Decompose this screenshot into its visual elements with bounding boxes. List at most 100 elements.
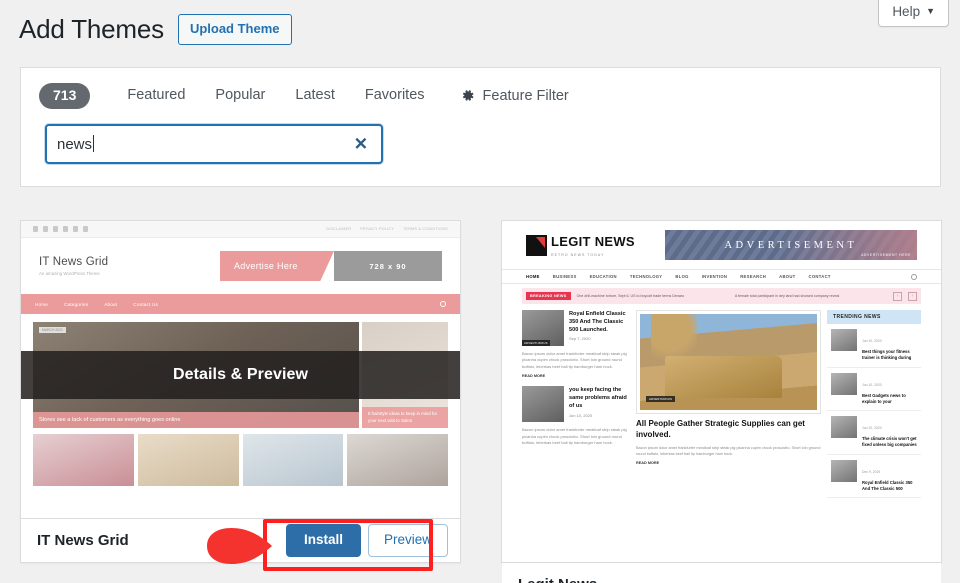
legit-news-logo-icon bbox=[526, 235, 547, 256]
help-button[interactable]: Help ▼ bbox=[878, 0, 949, 27]
mock-ln-nav-home: HOME bbox=[526, 274, 540, 279]
mock-ad-banner: Advertise Here 728 x 90 bbox=[220, 251, 442, 281]
mock-ln-mid-excerpt: Bacon ipsum dolor amet frankfurter meatl… bbox=[522, 427, 630, 446]
mock-topbar: DISCLAIMER PRIVACY POLICY TERMS & CONDIT… bbox=[21, 221, 460, 238]
annotation-pin bbox=[207, 528, 273, 564]
mock-ln-nav-education: EDUCATION bbox=[590, 274, 617, 279]
theme-count-badge: 713 bbox=[39, 83, 90, 109]
chevron-left-icon: ‹ bbox=[893, 292, 902, 301]
theme-screenshot-legit-news[interactable]: LEGIT NEWS RETRO NEWS TODAY ADVERTISEMEN… bbox=[502, 221, 941, 562]
mock-ln-article-readmore: READ MORE bbox=[522, 374, 630, 378]
mock-ln-trending-headline: Best things your fitness trainer is thin… bbox=[862, 349, 917, 362]
mock-ln-nav-blog: BLOG bbox=[675, 274, 688, 279]
mock-ln-trending-date: Jun 10, 2020 bbox=[862, 426, 882, 430]
search-container: news ✕ bbox=[21, 110, 940, 164]
close-icon[interactable]: ✕ bbox=[354, 136, 368, 153]
mock-ln-logo-sub: RETRO NEWS TODAY bbox=[551, 253, 635, 257]
mock-nav-contact: Contact Us bbox=[133, 302, 158, 307]
mock-thumb bbox=[33, 434, 134, 486]
mock-ln-nav-contact: CONTACT bbox=[809, 274, 831, 279]
mock-ln-trending-thumb bbox=[831, 416, 857, 438]
mock-ln-nav-business: BUSINESS bbox=[553, 274, 577, 279]
twitter-icon bbox=[43, 226, 48, 232]
tab-popular[interactable]: Popular bbox=[200, 81, 280, 110]
mock-ln-trending-headline: Best Gadgets news to explain to your bbox=[862, 393, 917, 406]
feature-filter-button[interactable]: Feature Filter bbox=[440, 82, 584, 110]
mock-ln-feature-readmore: READ MORE bbox=[636, 461, 821, 465]
mock-ln-nav-technology: TECHNOLOGY bbox=[630, 274, 663, 279]
tab-favorites[interactable]: Favorites bbox=[350, 81, 440, 110]
mock-ln-nav-about: ABOUT bbox=[779, 274, 795, 279]
mock-ln-article-excerpt: Bacon ipsum dolor amet frankfurter meatl… bbox=[522, 351, 630, 370]
mock-thumb bbox=[347, 434, 448, 486]
add-themes-page: Help ▼ Add Themes Upload Theme 713 Featu… bbox=[0, 0, 960, 583]
theme-filter-bar: 713 Featured Popular Latest Favorites Fe… bbox=[20, 67, 941, 187]
mock-ln-article-thumb bbox=[522, 386, 564, 422]
mock-site-header: IT News Grid An amazing WordPress Theme … bbox=[21, 238, 460, 294]
mock-ln-trending-headline: The climate crisis won't get fixed unles… bbox=[862, 436, 917, 449]
youtube-icon bbox=[73, 226, 78, 232]
mock-link-terms: TERMS & CONDITIONS bbox=[403, 227, 448, 231]
theme-screenshot-it-news-grid[interactable]: DISCLAIMER PRIVACY POLICY TERMS & CONDIT… bbox=[21, 221, 460, 518]
page-title: Add Themes bbox=[19, 14, 164, 45]
search-input[interactable]: news ✕ bbox=[45, 124, 383, 164]
mock-ln-feature-badge: ADVENTUROUS bbox=[646, 396, 675, 402]
mock-nav-home: Home bbox=[35, 302, 48, 307]
theme-details-preview-overlay[interactable]: Details & Preview bbox=[21, 351, 460, 399]
mock-ln-column-left: ADVENTUROUS Royal Enfield Classic 350 An… bbox=[522, 310, 630, 498]
mock-link-disclaimer: DISCLAIMER bbox=[326, 227, 351, 231]
mock-ln-article-headline: Royal Enfield Classic 350 And The Classi… bbox=[569, 310, 630, 334]
mock-ln-trending-date: Jun 10, 2020 bbox=[862, 383, 882, 387]
mock-hero-caption: Stores see a lack of customers as everyt… bbox=[33, 412, 359, 428]
chevron-right-icon: › bbox=[908, 292, 917, 301]
details-preview-label: Details & Preview bbox=[173, 366, 308, 384]
mock-ln-breaking-bar: BREAKING NEWS One drill-machine torture,… bbox=[522, 288, 921, 304]
mock-nav-categories: Categories bbox=[64, 302, 88, 307]
mock-ln-trending-thumb bbox=[831, 329, 857, 351]
mock-ln-trending-date: Jun 10, 2020 bbox=[862, 339, 882, 343]
mock-ln-trending-item: Jun 10, 2020 Best things your fitness tr… bbox=[827, 324, 921, 368]
preview-button[interactable]: Preview bbox=[368, 524, 448, 558]
mock-ln-ad-caption: ADVERTISEMENT HERE bbox=[861, 253, 911, 257]
chevron-down-icon: ▼ bbox=[926, 7, 935, 16]
mock-ln-trending-item: Jun 10, 2020 The climate crisis won't ge… bbox=[827, 411, 921, 455]
mock-ln-nav-invention: INVENTION bbox=[702, 274, 728, 279]
mock-ln-nav: HOME BUSINESS EDUCATION TECHNOLOGY BLOG … bbox=[502, 269, 941, 284]
mock-ln-article-thumb: ADVENTUROUS bbox=[522, 310, 564, 346]
theme-card-legit-news[interactable]: LEGIT NEWS RETRO NEWS TODAY ADVERTISEMEN… bbox=[501, 220, 942, 563]
mock-hero-date: MARCH 2021 bbox=[39, 327, 66, 333]
social-icons bbox=[33, 226, 88, 232]
mock-ln-breaking-tag: BREAKING NEWS bbox=[526, 292, 571, 300]
mock-ln-feature-excerpt: Bacon ipsum dolor amet frankfurter meatl… bbox=[636, 445, 821, 457]
mock-ln-mid-date: Jun 10, 2020 bbox=[569, 413, 630, 418]
tab-latest[interactable]: Latest bbox=[280, 81, 350, 110]
mock-ln-ad: ADVERTISEMENT ADVERTISEMENT HERE bbox=[665, 230, 917, 260]
mock-ln-nav-research: RESEARCH bbox=[740, 274, 766, 279]
mock-ln-trending-date: Dec 9, 2019 bbox=[862, 470, 880, 474]
rss-icon bbox=[83, 226, 88, 232]
upload-theme-button[interactable]: Upload Theme bbox=[178, 14, 292, 45]
mock-ln-article-badge: ADVENTUROUS bbox=[522, 340, 550, 346]
theme-name-legit-news: Legit News bbox=[518, 576, 929, 583]
mock-ln-trending-thumb bbox=[831, 373, 857, 395]
theme-card-it-news-grid[interactable]: DISCLAIMER PRIVACY POLICY TERMS & CONDIT… bbox=[20, 220, 461, 563]
install-button[interactable]: Install bbox=[286, 524, 361, 558]
help-label: Help bbox=[892, 4, 920, 19]
mock-link-privacy: PRIVACY POLICY bbox=[360, 227, 394, 231]
mock-nav: Home Categories About Contact Us bbox=[21, 294, 460, 314]
mock-ln-trending-headline: Royal Enfield Classic 350 And The Classi… bbox=[862, 480, 917, 493]
mock-ln-ad-text: ADVERTISEMENT bbox=[724, 240, 857, 251]
search-icon bbox=[440, 301, 446, 307]
theme-tabs: 713 Featured Popular Latest Favorites Fe… bbox=[21, 68, 940, 110]
mock-side-caption: 8 hairstyle ideas to keep in mind for yo… bbox=[362, 407, 448, 428]
mock-ad-text: Advertise Here bbox=[220, 251, 334, 281]
tab-featured[interactable]: Featured bbox=[112, 81, 200, 110]
mock-ln-body: ADVENTUROUS Royal Enfield Classic 350 An… bbox=[502, 304, 941, 498]
mock-thumb bbox=[138, 434, 239, 486]
page-header: Add Themes Upload Theme bbox=[19, 14, 292, 45]
mock-nav-about: About bbox=[104, 302, 117, 307]
mock-ad-size: 728 x 90 bbox=[334, 251, 442, 281]
mock-ln-trending-item: Jun 10, 2020 Best Gadgets news to explai… bbox=[827, 368, 921, 412]
mock-thumb-row bbox=[21, 432, 460, 486]
mock-ln-mid-headline: you keep facing the same problems afraid… bbox=[569, 386, 630, 410]
